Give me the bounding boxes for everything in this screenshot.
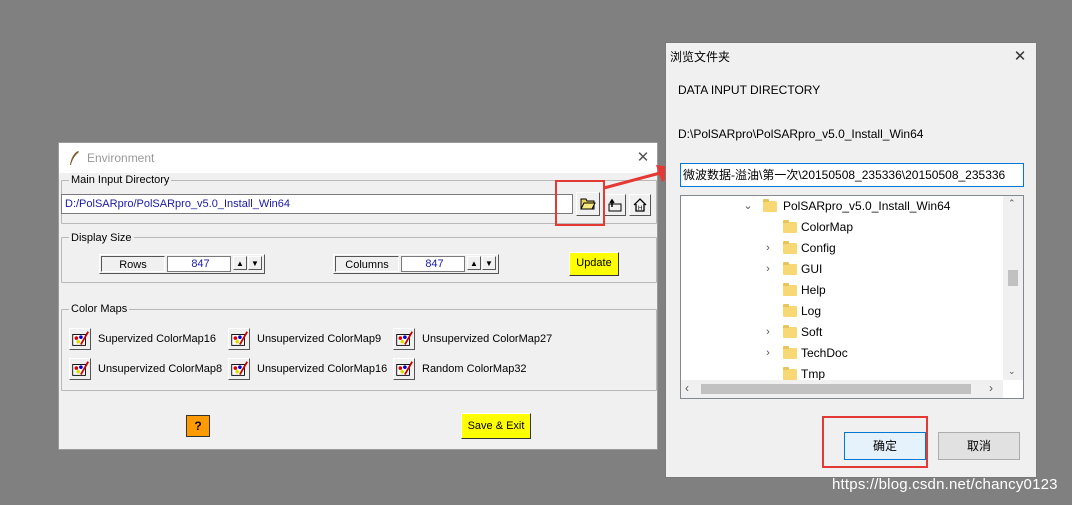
scrollbar-thumb[interactable]	[701, 384, 971, 394]
folder-icon	[783, 304, 797, 317]
colormap-label: Unsupervized ColorMap9	[257, 333, 382, 345]
columns-decrement-button[interactable]: ▼	[482, 256, 496, 270]
cancel-button[interactable]: 取消	[938, 432, 1020, 460]
tree-node-label: Help	[801, 283, 826, 297]
scroll-right-icon[interactable]: ›	[989, 381, 993, 395]
folder-tree[interactable]: ⌄ PolSARpro_v5.0_Install_Win64 ColorMap …	[680, 195, 1024, 399]
color-maps-group	[61, 309, 657, 391]
watermark: https://blog.csdn.net/chancy0123	[832, 476, 1058, 493]
palette-icon	[228, 328, 250, 350]
tree-node-root[interactable]: ⌄ PolSARpro_v5.0_Install_Win64	[743, 196, 1003, 217]
tree-node-label: Soft	[801, 325, 823, 339]
current-path: D:\PolSARpro\PolSARpro_v5.0_Install_Win6…	[678, 127, 924, 141]
feather-icon	[70, 151, 79, 165]
chevron-right-icon[interactable]: ›	[763, 238, 773, 259]
folder-icon	[763, 199, 777, 212]
chevron-right-icon[interactable]: ›	[763, 343, 773, 364]
environment-title: Environment	[87, 151, 155, 165]
close-icon[interactable]: ✕	[1006, 45, 1034, 69]
tree-node[interactable]: › Soft	[763, 322, 1003, 343]
columns-increment-button[interactable]: ▲	[467, 256, 481, 270]
color-maps-label: Color Maps	[69, 303, 130, 315]
browse-folder-dialog: 浏览文件夹 ✕ DATA INPUT DIRECTORY D:\PolSARpr…	[665, 42, 1037, 478]
tree-node-label: Config	[801, 241, 836, 255]
tree-node[interactable]: › GUI	[763, 259, 1003, 280]
palette-icon	[393, 358, 415, 380]
folder-icon	[783, 241, 797, 254]
horizontal-scrollbar[interactable]: ‹ ›	[681, 380, 1003, 398]
folder-icon	[783, 325, 797, 338]
dialog-heading: DATA INPUT DIRECTORY	[678, 83, 821, 97]
tree-node[interactable]: › TechDoc	[763, 343, 1003, 364]
rows-input[interactable]: 847	[167, 256, 231, 272]
palette-icon	[69, 328, 91, 350]
folder-icon	[783, 262, 797, 275]
chevron-right-icon[interactable]: ›	[763, 259, 773, 280]
dialog-title: 浏览文件夹	[670, 50, 731, 64]
colormap-label: Unsupervized ColorMap27	[422, 333, 553, 345]
tree-node[interactable]: › Config	[763, 238, 1003, 259]
tree-node[interactable]: Help	[763, 280, 1003, 301]
update-button[interactable]: Update	[569, 252, 619, 276]
display-size-label: Display Size	[69, 232, 134, 244]
folder-icon	[783, 346, 797, 359]
main-directory-input[interactable]: D:/PolSARpro/PolSARpro_v5.0_Install_Win6…	[61, 194, 573, 214]
tree-node-label: PolSARpro_v5.0_Install_Win64	[783, 199, 951, 213]
folder-icon	[783, 283, 797, 296]
folder-icon	[783, 367, 797, 380]
colormap-label: Unsupervized ColorMap16	[257, 363, 388, 375]
scroll-down-icon[interactable]: ⌄	[1008, 366, 1016, 377]
tree-node-label: GUI	[801, 262, 823, 276]
folder-icon	[783, 220, 797, 233]
columns-label: Columns	[335, 256, 399, 272]
vertical-scrollbar[interactable]: ⌃ ⌄	[1003, 196, 1023, 380]
tree-node[interactable]: ColorMap	[763, 217, 1003, 238]
columns-input[interactable]: 847	[401, 256, 465, 272]
main-input-directory-label: Main Input Directory	[69, 174, 172, 186]
environment-title-bar[interactable]: Environment ✕	[59, 143, 657, 173]
up-arrow-icon	[608, 198, 622, 212]
rows-increment-button[interactable]: ▲	[233, 256, 247, 270]
home-directory-button[interactable]: H	[629, 194, 651, 216]
parent-directory-button[interactable]	[604, 194, 626, 216]
palette-icon	[69, 358, 91, 380]
palette-icon	[393, 328, 415, 350]
folder-path-input[interactable]: 微波数据-溢油\第一次\20150508_235336\20150508_235…	[680, 163, 1024, 187]
tree-node-label: TechDoc	[801, 346, 848, 360]
scroll-up-icon[interactable]: ⌃	[1008, 198, 1016, 209]
colormap-label: Supervized ColorMap16	[98, 333, 217, 345]
chevron-down-icon[interactable]: ⌄	[743, 196, 753, 217]
tree-node[interactable]: Log	[763, 301, 1003, 322]
highlight-box	[822, 416, 928, 468]
rows-decrement-button[interactable]: ▼	[248, 256, 262, 270]
rows-label: Rows	[101, 256, 165, 272]
tree-node-label: Log	[801, 304, 822, 318]
colormap-label: Unsupervized ColorMap8	[98, 363, 223, 375]
scrollbar-thumb[interactable]	[1008, 270, 1018, 286]
save-exit-button[interactable]: Save & Exit	[461, 413, 531, 439]
chevron-right-icon[interactable]: ›	[763, 322, 773, 343]
home-icon: H	[633, 198, 647, 212]
svg-text:H: H	[638, 206, 642, 212]
colormap-label: Random ColorMap32	[422, 363, 527, 375]
help-button[interactable]: ?	[186, 415, 210, 437]
scroll-left-icon[interactable]: ‹	[685, 381, 689, 395]
tree-node-label: ColorMap	[801, 220, 854, 234]
palette-icon	[228, 358, 250, 380]
highlight-box	[555, 180, 605, 226]
